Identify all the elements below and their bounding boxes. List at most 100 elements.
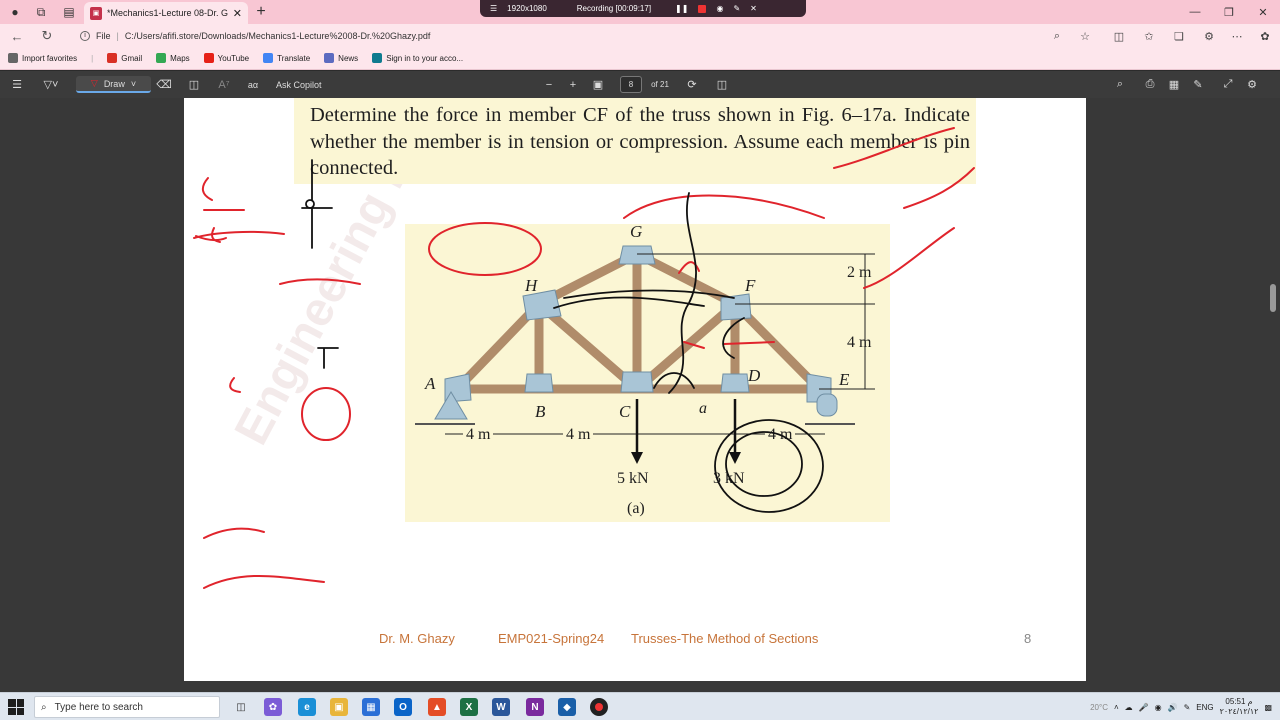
recording-status: Recording [00:09:17] bbox=[576, 4, 652, 13]
excel-icon[interactable]: X bbox=[460, 698, 478, 716]
brave-icon[interactable]: ▲ bbox=[428, 698, 446, 716]
zoom-icon[interactable]: ⌕ bbox=[1048, 27, 1066, 45]
search-icon: ⌕ bbox=[41, 701, 47, 713]
security-shield-icon[interactable]: ◆ bbox=[558, 698, 576, 716]
profile-icon[interactable]: ● bbox=[6, 3, 24, 21]
eraser-icon[interactable]: ⌫ bbox=[156, 76, 172, 93]
pdf-page: Engineering Mechanics Determine the forc… bbox=[184, 98, 1086, 681]
tab-actions-icon[interactable]: ▤ bbox=[60, 3, 78, 21]
taskbar-search-field[interactable]: ⌕ Type here to search bbox=[34, 696, 220, 718]
draw-button[interactable]: ▽ Draw ˅ bbox=[76, 76, 151, 93]
save-icon[interactable]: ▦ bbox=[1166, 76, 1182, 93]
microphone-icon[interactable]: 🎤 bbox=[1139, 703, 1149, 712]
edge-icon[interactable]: e bbox=[298, 698, 316, 716]
ask-copilot-button[interactable]: Ask Copilot bbox=[276, 76, 336, 93]
draw-icon: ▽ bbox=[90, 78, 98, 88]
favorite-news[interactable]: News bbox=[324, 53, 358, 63]
menu-icon[interactable]: ☰ bbox=[490, 4, 497, 13]
store-icon[interactable]: ▦ bbox=[362, 698, 380, 716]
rotate-icon[interactable]: ⟳ bbox=[684, 76, 700, 93]
info-icon[interactable]: i bbox=[80, 30, 90, 41]
fullscreen-icon[interactable]: ⤢ bbox=[1220, 76, 1236, 93]
page-number-input[interactable]: 8 bbox=[620, 76, 642, 93]
favorites-bar: Import favorites | Gmail Maps YouTube Tr… bbox=[0, 47, 1280, 70]
restore-button[interactable]: ❐ bbox=[1212, 0, 1246, 24]
favorite-translate[interactable]: Translate bbox=[263, 53, 310, 63]
copilot-icon[interactable]: ✿ bbox=[1256, 27, 1274, 45]
favorite-maps[interactable]: Maps bbox=[156, 53, 190, 63]
text-box-icon[interactable]: ◫ bbox=[186, 76, 202, 93]
fit-page-icon[interactable]: ▣ bbox=[590, 76, 606, 93]
copilot-app-icon[interactable]: ✿ bbox=[264, 698, 282, 716]
favorites-icon[interactable]: ✩ bbox=[1140, 27, 1158, 45]
onedrive-icon[interactable]: ☁ bbox=[1125, 703, 1133, 712]
joint-label-c: C bbox=[619, 402, 631, 421]
language-indicator[interactable]: ENG bbox=[1196, 703, 1213, 712]
minimize-button[interactable]: — bbox=[1178, 0, 1212, 24]
close-window-button[interactable]: ✕ bbox=[1246, 0, 1280, 24]
stop-icon[interactable] bbox=[698, 4, 707, 13]
favorite-gmail[interactable]: Gmail bbox=[107, 53, 142, 63]
translate-icon bbox=[263, 53, 274, 63]
translate-text-icon[interactable]: aα bbox=[244, 76, 262, 93]
scrollbar-thumb[interactable] bbox=[1270, 284, 1276, 312]
onenote-icon[interactable]: N bbox=[526, 698, 544, 716]
recorder-icon[interactable] bbox=[590, 698, 608, 716]
outlook-icon[interactable]: O bbox=[394, 698, 412, 716]
close-tab-icon[interactable]: ✕ bbox=[233, 7, 242, 20]
joint-label-b: B bbox=[535, 402, 546, 421]
youtube-icon bbox=[203, 53, 214, 63]
word-icon[interactable]: W bbox=[492, 698, 510, 716]
task-view-icon[interactable]: ◫ bbox=[232, 698, 250, 716]
tab-active[interactable]: ▣ *Mechanics1-Lecture 08-Dr. Ghazy ✕ bbox=[84, 2, 248, 24]
page-view-icon[interactable]: ◫ bbox=[714, 76, 730, 93]
extensions-icon[interactable]: ⚙ bbox=[1200, 27, 1218, 45]
favorite-star-icon[interactable]: ☆ bbox=[1076, 27, 1094, 45]
print-icon[interactable]: ⎙ bbox=[1142, 76, 1158, 93]
search-placeholder: Type here to search bbox=[54, 701, 143, 713]
slide-footer: Dr. M. Ghazy EMP021-Spring24 Trusses-The… bbox=[184, 631, 1086, 651]
chevron-down-icon: ˅ bbox=[130, 78, 137, 89]
pen-icon[interactable]: ✎ bbox=[1184, 703, 1191, 712]
new-tab-button[interactable]: + bbox=[252, 3, 270, 21]
favorite-signin[interactable]: Sign in to your acco... bbox=[372, 53, 463, 63]
collections-icon[interactable]: ❏ bbox=[1170, 27, 1188, 45]
favorite-label: Gmail bbox=[121, 53, 143, 63]
contents-icon[interactable]: ☰ bbox=[8, 76, 26, 93]
favorite-label: News bbox=[338, 53, 359, 63]
volume-icon[interactable]: 🔊 bbox=[1168, 703, 1178, 712]
more-menu-icon[interactable]: ⋯ bbox=[1228, 27, 1246, 45]
news-icon bbox=[324, 53, 335, 63]
workspaces-icon[interactable]: ⧉ bbox=[32, 3, 50, 21]
weather-label[interactable]: 20°C bbox=[1090, 703, 1108, 712]
footer-course: EMP021-Spring24 bbox=[498, 631, 605, 646]
dimension-2m: 2 m bbox=[847, 264, 872, 281]
recording-bar: ☰ 1920x1080 Recording [00:09:17] ❚❚ ◉ ✎ … bbox=[480, 0, 806, 17]
read-aloud-icon[interactable]: A⁷ bbox=[216, 76, 232, 93]
split-screen-icon[interactable]: ◫ bbox=[1110, 27, 1128, 45]
network-icon[interactable]: ◉ bbox=[1155, 703, 1162, 712]
settings-gear-icon[interactable]: ⚙ bbox=[1244, 76, 1260, 93]
refresh-button[interactable]: ↻ bbox=[38, 27, 56, 45]
highlight-icon[interactable]: ▽˅ bbox=[36, 76, 66, 93]
pdf-icon: ▣ bbox=[90, 6, 102, 20]
windows-start-button[interactable] bbox=[8, 699, 24, 715]
pdf-viewer[interactable]: Engineering Mechanics Determine the forc… bbox=[0, 98, 1280, 692]
notifications-icon[interactable]: ▩ bbox=[1264, 703, 1272, 712]
back-button[interactable]: ← bbox=[8, 27, 26, 45]
favorite-youtube[interactable]: YouTube bbox=[203, 53, 249, 63]
pause-icon[interactable]: ❚❚ bbox=[675, 4, 688, 13]
draw-label: Draw bbox=[103, 78, 125, 89]
camera-icon[interactable]: ◉ bbox=[716, 4, 723, 13]
url-field[interactable]: i File | C:/Users/afifi.store/Downloads/… bbox=[72, 26, 1102, 45]
search-icon[interactable]: ⌕ bbox=[1112, 76, 1128, 93]
close-icon[interactable]: ✕ bbox=[750, 4, 757, 13]
zoom-in-icon[interactable]: + bbox=[566, 76, 580, 93]
zoom-out-icon[interactable]: − bbox=[542, 76, 556, 93]
favorite-import[interactable]: Import favorites bbox=[8, 53, 77, 63]
save-as-icon[interactable]: ✎ bbox=[1190, 76, 1206, 93]
file-explorer-icon[interactable]: ▣ bbox=[330, 698, 348, 716]
clock[interactable]: 05:51 م ٢٠٢٤/١٢/١٢ bbox=[1220, 697, 1259, 717]
chevron-up-icon[interactable]: ˄ bbox=[1114, 703, 1119, 712]
pen-icon[interactable]: ✎ bbox=[733, 4, 740, 13]
